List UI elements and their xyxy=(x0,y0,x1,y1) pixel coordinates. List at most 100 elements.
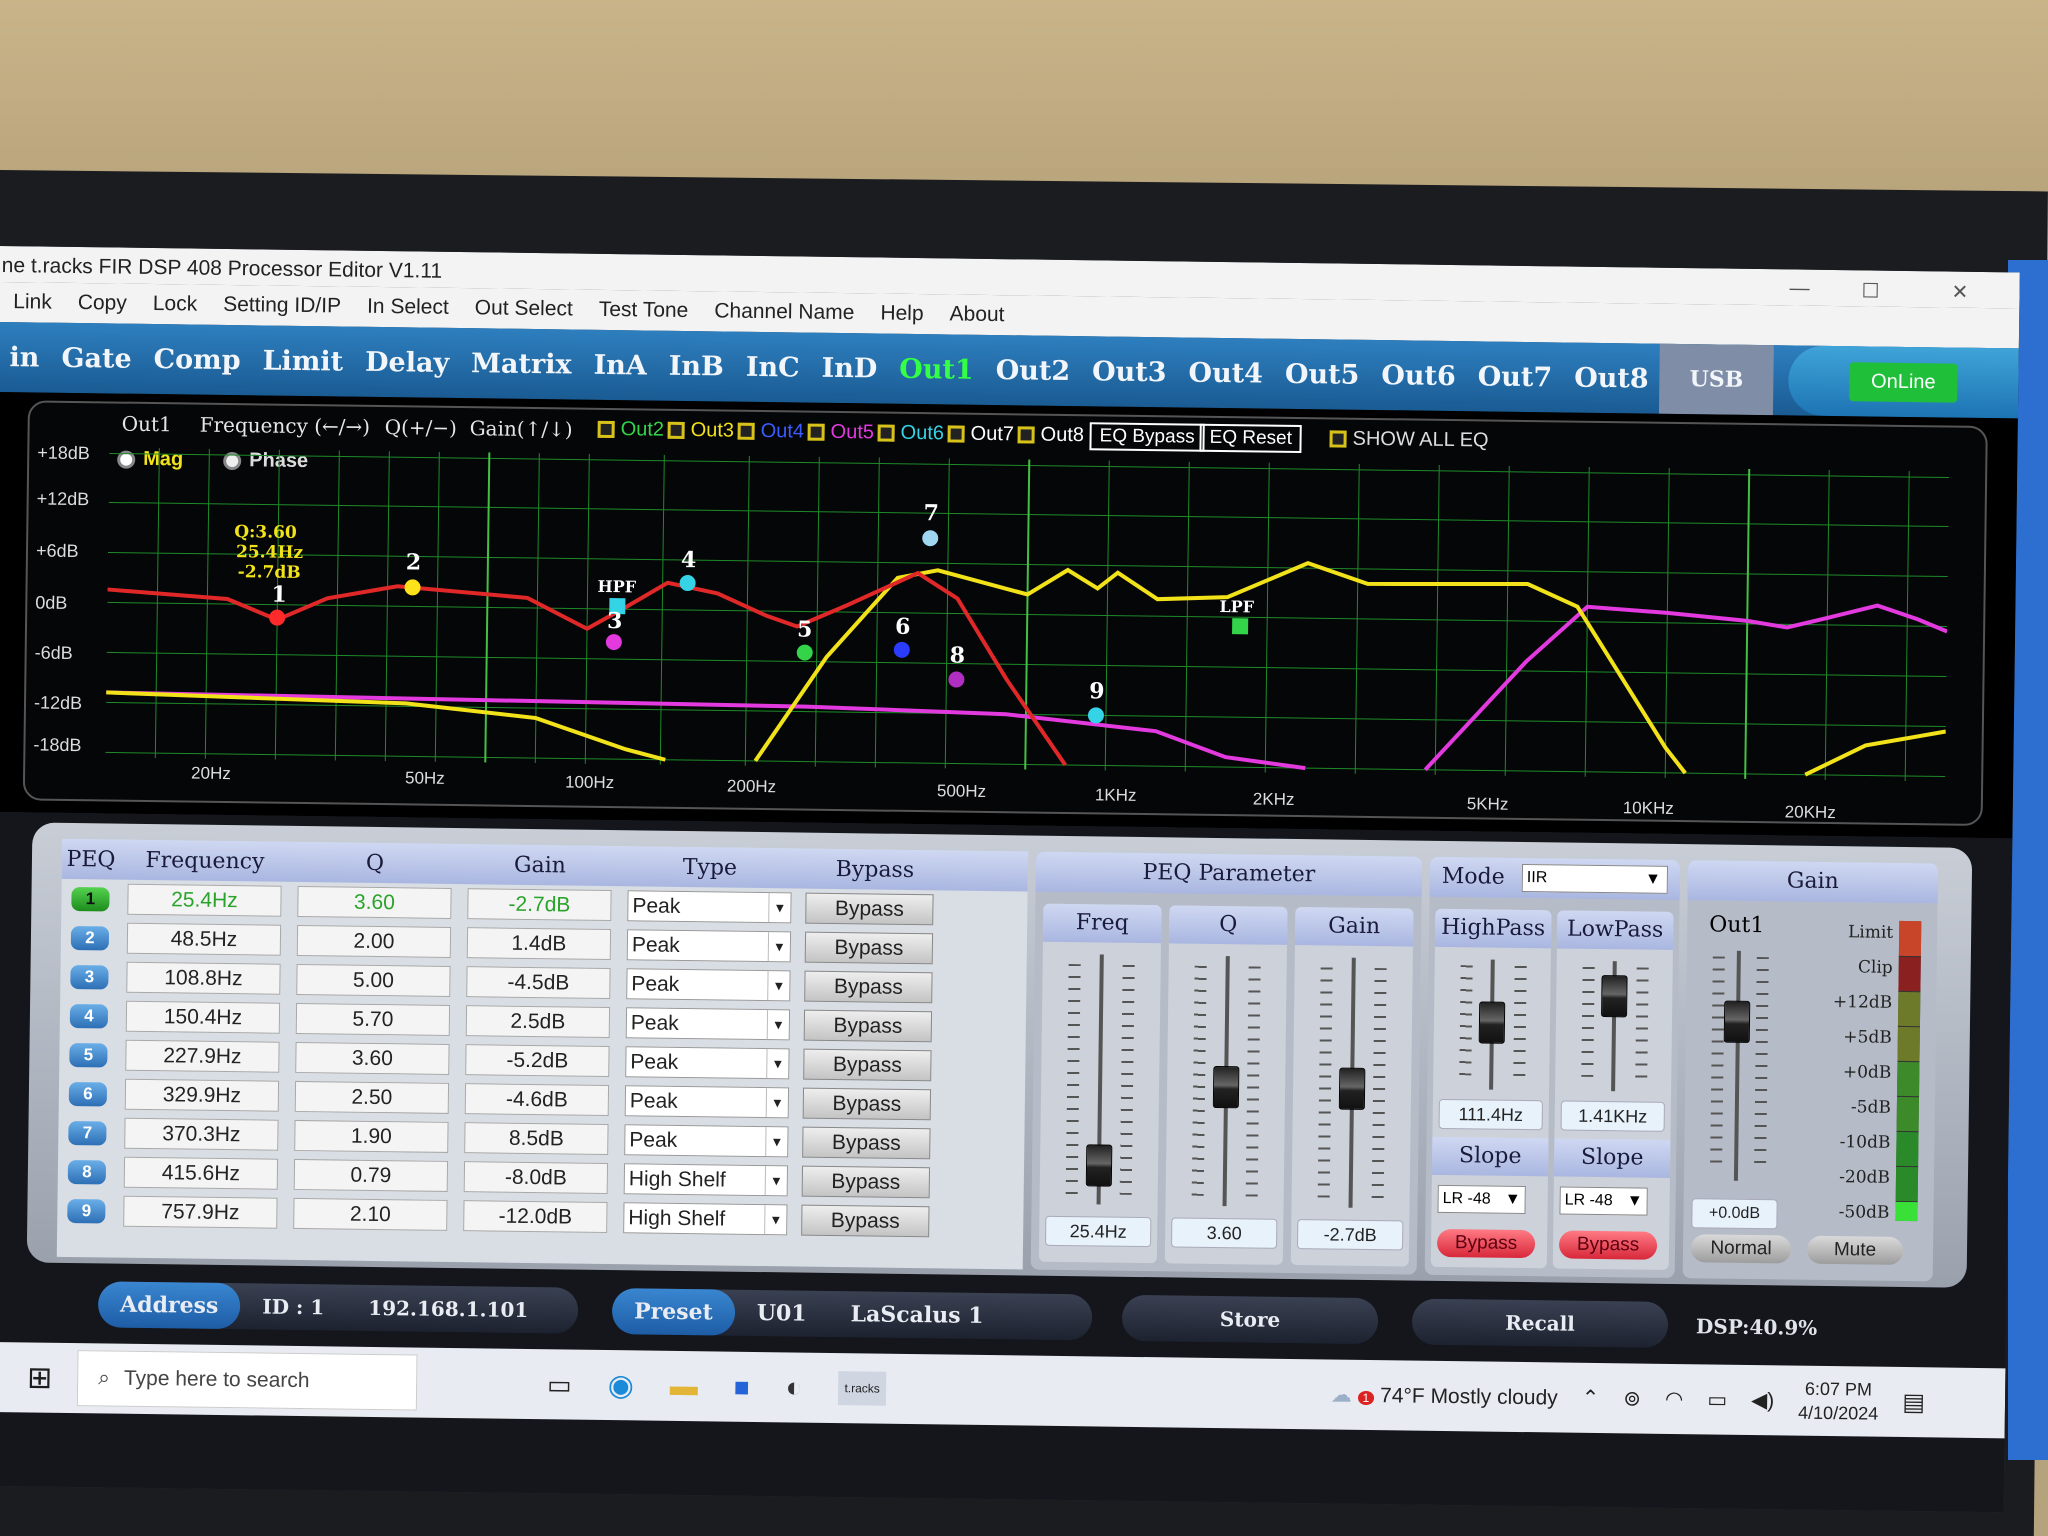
notifications-icon[interactable]: ▤ xyxy=(1902,1388,1925,1417)
menu-in-select[interactable]: In Select xyxy=(367,295,449,328)
freq-fader-knob[interactable] xyxy=(1085,1144,1113,1187)
mute-button[interactable]: Mute xyxy=(1806,1235,1904,1265)
lowpass-fader-knob[interactable] xyxy=(1601,975,1628,1018)
tab-out7[interactable]: Out7 xyxy=(1467,361,1564,393)
peq-gain-field[interactable]: 1.4dB xyxy=(466,927,612,961)
peq-frequency-field[interactable]: 415.6Hz xyxy=(123,1156,279,1190)
overlay-out8-checkbox[interactable]: Out8 xyxy=(1017,423,1084,447)
peq-gain-field[interactable]: -12.0dB xyxy=(463,1200,608,1234)
tab-comp[interactable]: Comp xyxy=(142,343,251,376)
output-gain-readout[interactable]: +0.0dB xyxy=(1691,1198,1778,1230)
peq-bypass-button[interactable]: Bypass xyxy=(804,931,934,965)
peq-type-select[interactable]: High Shelf ▼ xyxy=(623,1202,788,1236)
gain-readout[interactable]: -2.7dB xyxy=(1296,1219,1404,1251)
lp-bypass-button[interactable]: Bypass xyxy=(1558,1230,1658,1260)
peq-frequency-field[interactable]: 227.9Hz xyxy=(125,1039,280,1073)
peq-band-button[interactable]: 7 xyxy=(58,1120,116,1145)
tab-matrix[interactable]: Matrix xyxy=(460,348,583,381)
app-icon[interactable]: ◐ xyxy=(785,1371,802,1403)
menu-help[interactable]: Help xyxy=(880,302,924,335)
tab-ind[interactable]: InD xyxy=(810,352,888,384)
weather-widget[interactable]: ☁ 1 74°F Mostly cloudy xyxy=(1331,1382,1558,1410)
tab-in[interactable]: in xyxy=(0,341,51,373)
peq-type-select[interactable]: Peak ▼ xyxy=(626,929,792,963)
tab-out2[interactable]: Out2 xyxy=(985,354,1082,387)
highpass-readout[interactable]: 111.4Hz xyxy=(1438,1098,1543,1131)
peq-bypass-button[interactable]: Bypass xyxy=(801,1165,931,1199)
tab-limit[interactable]: Limit xyxy=(251,345,354,377)
peq-bypass-button[interactable]: Bypass xyxy=(802,1087,932,1121)
peq-bypass-button[interactable]: Bypass xyxy=(803,1009,933,1043)
peq-band-button[interactable]: 2 xyxy=(61,925,119,950)
tab-out3[interactable]: Out3 xyxy=(1081,356,1178,388)
peq-type-select[interactable]: Peak ▼ xyxy=(625,1046,790,1080)
peq-band-button[interactable]: 8 xyxy=(58,1159,116,1184)
peq-type-select[interactable]: Peak ▼ xyxy=(626,968,791,1002)
tab-ina[interactable]: InA xyxy=(582,349,658,381)
maximize-button[interactable]: ☐ xyxy=(1861,278,1879,303)
lowpass-readout[interactable]: 1.41KHz xyxy=(1560,1100,1665,1132)
menu-out-select[interactable]: Out Select xyxy=(474,296,573,329)
peq-q-field[interactable]: 5.00 xyxy=(296,963,451,997)
peq-band-button[interactable]: 5 xyxy=(59,1042,117,1067)
tab-out6[interactable]: Out6 xyxy=(1370,359,1467,392)
close-button[interactable]: ✕ xyxy=(1951,280,1968,305)
peq-q-field[interactable]: 5.70 xyxy=(295,1002,451,1036)
peq-gain-field[interactable]: 2.5dB xyxy=(465,1005,611,1039)
tab-inb[interactable]: InB xyxy=(658,350,735,382)
peq-type-select[interactable]: Peak ▼ xyxy=(624,1124,789,1158)
edge-icon[interactable]: ◉ xyxy=(607,1368,635,1403)
peq-type-select[interactable]: Peak ▼ xyxy=(624,1085,790,1119)
hp-bypass-button[interactable]: Bypass xyxy=(1436,1228,1536,1259)
minimize-button[interactable]: — xyxy=(1789,277,1809,300)
overlay-out7-checkbox[interactable]: Out7 xyxy=(947,422,1014,446)
peq-gain-field[interactable]: -5.2dB xyxy=(465,1044,610,1078)
tab-delay[interactable]: Delay xyxy=(354,346,460,378)
tab-usb[interactable]: USB xyxy=(1659,343,1774,416)
menu-lock[interactable]: Lock xyxy=(153,292,198,325)
freq-readout[interactable]: 25.4Hz xyxy=(1045,1215,1152,1248)
overlay-out4-checkbox[interactable]: Out4 xyxy=(737,420,804,444)
menu-copy[interactable]: Copy xyxy=(78,291,127,324)
peq-band-button[interactable]: 4 xyxy=(60,1003,118,1028)
windows-start-icon[interactable]: ⊞ xyxy=(27,1360,53,1395)
peq-frequency-field[interactable]: 25.4Hz xyxy=(127,883,282,917)
hp-slope-select[interactable]: LR -48 ▼ xyxy=(1437,1184,1526,1215)
output-gain-fader-knob[interactable] xyxy=(1723,1000,1751,1043)
peq-bypass-button[interactable]: Bypass xyxy=(805,892,934,926)
peq-band-button[interactable]: 9 xyxy=(57,1198,115,1223)
taskbar-search[interactable]: ⌕ Type here to search xyxy=(76,1350,418,1411)
overlay-out3-checkbox[interactable]: Out3 xyxy=(667,419,734,443)
peq-q-field[interactable]: 0.79 xyxy=(293,1158,449,1192)
highpass-fader-knob[interactable] xyxy=(1478,1001,1506,1044)
store-button[interactable]: Store xyxy=(1121,1294,1379,1345)
store-app-icon[interactable]: ■ xyxy=(734,1371,750,1402)
tab-inc[interactable]: InC xyxy=(735,351,811,383)
peq-frequency-field[interactable]: 370.3Hz xyxy=(124,1117,279,1151)
peq-frequency-field[interactable]: 108.8Hz xyxy=(126,961,281,995)
peq-q-field[interactable]: 2.00 xyxy=(296,924,452,958)
task-view-icon[interactable]: ▭ xyxy=(547,1369,572,1400)
q-fader-knob[interactable] xyxy=(1212,1065,1240,1109)
menu-channel-name[interactable]: Channel Name xyxy=(714,299,854,333)
menu-setting-id-ip[interactable]: Setting ID/IP xyxy=(223,293,341,327)
peq-bypass-button[interactable]: Bypass xyxy=(803,1048,932,1082)
menu-test-tone[interactable]: Test Tone xyxy=(599,298,689,331)
peq-q-field[interactable]: 2.50 xyxy=(294,1080,450,1114)
file-explorer-icon[interactable]: ▬ xyxy=(670,1370,698,1402)
peq-gain-field[interactable]: -4.5dB xyxy=(466,966,611,1000)
peq-band-button[interactable]: 3 xyxy=(60,964,118,989)
chevron-up-icon[interactable]: ⌃ xyxy=(1582,1385,1600,1410)
peq-q-field[interactable]: 1.90 xyxy=(294,1119,449,1153)
overlay-out6-checkbox[interactable]: Out6 xyxy=(877,422,944,446)
volume-icon[interactable]: ◀) xyxy=(1751,1388,1774,1413)
eq-bypass-button[interactable]: EQ Bypass xyxy=(1089,422,1205,452)
lp-slope-select[interactable]: LR -48 ▼ xyxy=(1559,1186,1648,1216)
peq-bypass-button[interactable]: Bypass xyxy=(802,1126,931,1160)
peq-frequency-field[interactable]: 48.5Hz xyxy=(126,922,282,956)
peq-frequency-field[interactable]: 757.9Hz xyxy=(123,1195,278,1229)
eq-response-plot[interactable]: 1 2 3 4 5 6 7 8 9 HPF LPF Q:3.60 25.4Hz … xyxy=(105,447,1950,822)
tab-out8[interactable]: Out8 xyxy=(1563,362,1660,394)
peq-frequency-field[interactable]: 329.9Hz xyxy=(124,1078,280,1112)
tab-out4[interactable]: Out4 xyxy=(1177,357,1274,389)
